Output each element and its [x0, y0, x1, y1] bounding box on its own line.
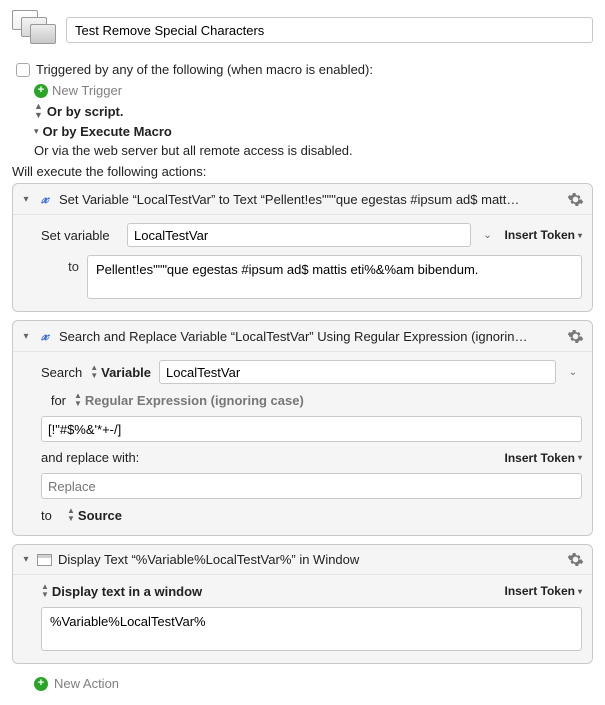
output-destination-selector[interactable]: ▲▼ Source — [67, 507, 122, 523]
or-by-execute-macro-label[interactable]: Or by Execute Macro — [43, 124, 172, 139]
variable-x-icon: 𝓍 — [37, 327, 53, 345]
gear-icon[interactable] — [567, 191, 584, 208]
variable-name-input[interactable] — [127, 223, 471, 247]
display-text-textarea[interactable] — [41, 607, 582, 651]
search-label: Search — [41, 365, 82, 380]
gear-icon[interactable] — [567, 551, 584, 568]
display-mode-selector[interactable]: ▲▼ Display text in a window — [41, 583, 202, 599]
set-variable-label: Set variable — [41, 228, 119, 243]
disclosure-toggle[interactable]: ▾ — [21, 194, 31, 205]
or-web-server-label: Or via the web server but all remote acc… — [34, 143, 353, 158]
search-pattern-input[interactable] — [41, 416, 582, 442]
execute-actions-label: Will execute the following actions: — [12, 164, 593, 179]
to-label: to — [41, 508, 59, 523]
insert-token-button[interactable]: Insert Token▾ — [505, 451, 582, 465]
insert-token-button[interactable]: Insert Token▾ — [505, 584, 582, 598]
gear-icon[interactable] — [567, 328, 584, 345]
add-action-button[interactable]: + — [34, 677, 48, 691]
new-action-label[interactable]: New Action — [54, 676, 119, 691]
disclosure-toggle[interactable]: ▾ — [21, 554, 31, 565]
variable-value-textarea[interactable] — [87, 255, 582, 299]
updown-icon[interactable]: ▲▼ — [34, 102, 43, 120]
macro-title-input[interactable] — [66, 17, 593, 43]
to-label: to — [41, 255, 79, 274]
for-label: for — [41, 393, 66, 408]
search-variable-dropdown[interactable]: ⌄ — [564, 367, 582, 378]
search-source-selector[interactable]: ▲▼ Variable — [90, 364, 151, 380]
action-title: Search and Replace Variable “LocalTestVa… — [59, 329, 561, 344]
trigger-header-label: Triggered by any of the following (when … — [36, 62, 373, 77]
variable-x-icon: 𝓍 — [37, 190, 53, 208]
variable-dropdown[interactable]: ⌄ — [479, 230, 497, 241]
match-type-selector[interactable]: ▲▼ Regular Expression (ignoring case) — [74, 392, 304, 408]
replace-with-label: and replace with: — [41, 450, 139, 465]
insert-token-button[interactable]: Insert Token▾ — [505, 228, 582, 242]
new-trigger-label[interactable]: New Trigger — [52, 83, 122, 98]
macro-icon — [12, 10, 58, 50]
action-title: Display Text “%Variable%LocalTestVar%” i… — [58, 552, 561, 567]
chevron-down-icon[interactable]: ▾ — [34, 126, 39, 137]
window-icon — [37, 554, 52, 566]
trigger-enabled-checkbox[interactable] — [16, 63, 30, 77]
action-set-variable[interactable]: ▾ 𝓍 Set Variable “LocalTestVar” to Text … — [12, 183, 593, 312]
or-by-script-label[interactable]: Or by script. — [47, 104, 124, 119]
action-search-replace[interactable]: ▾ 𝓍 Search and Replace Variable “LocalTe… — [12, 320, 593, 536]
add-trigger-button[interactable]: + — [34, 84, 48, 98]
action-title: Set Variable “LocalTestVar” to Text “Pel… — [59, 192, 561, 207]
replace-input[interactable] — [41, 473, 582, 499]
action-display-text[interactable]: ▾ Display Text “%Variable%LocalTestVar%”… — [12, 544, 593, 664]
search-variable-input[interactable] — [159, 360, 556, 384]
disclosure-toggle[interactable]: ▾ — [21, 331, 31, 342]
